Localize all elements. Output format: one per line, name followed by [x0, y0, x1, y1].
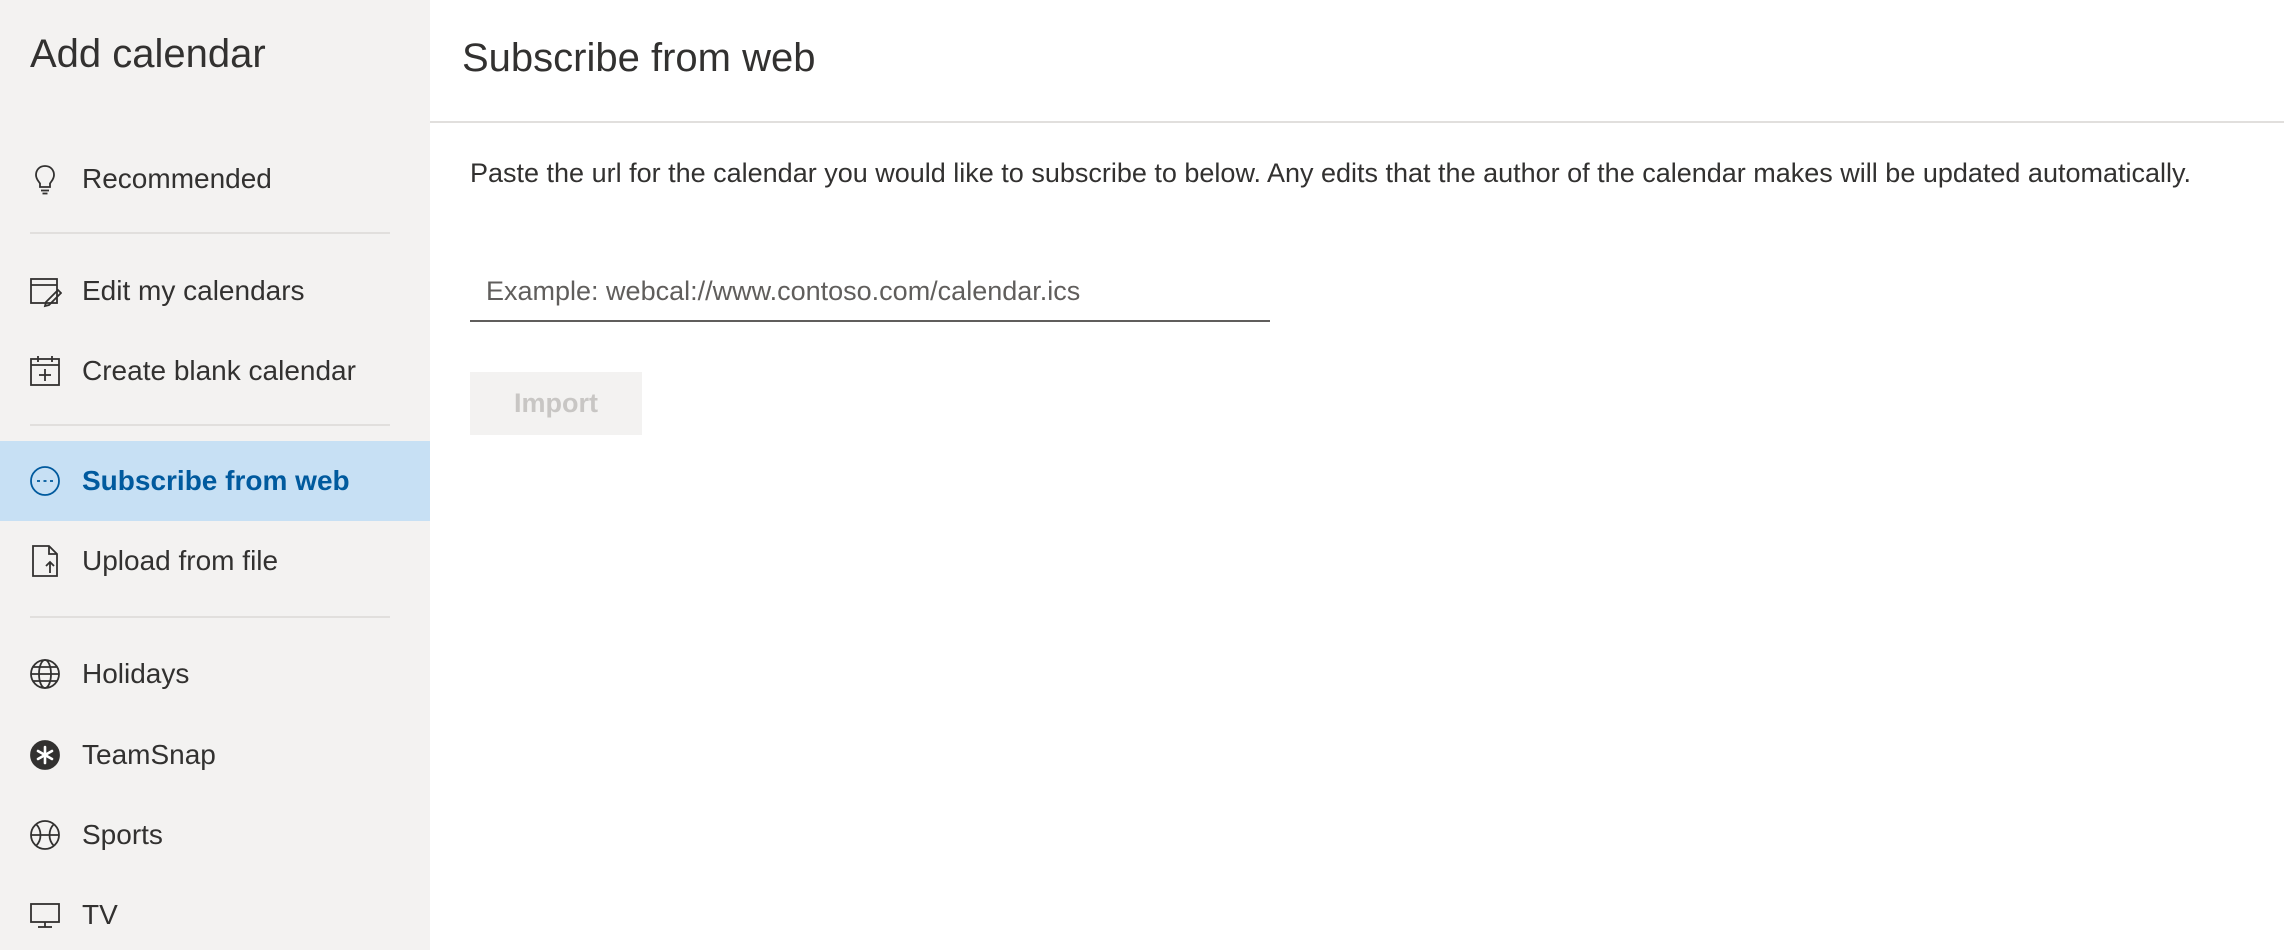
teamsnap-icon — [28, 738, 62, 772]
tv-icon — [28, 898, 62, 932]
sidebar-item-label: Upload from file — [82, 545, 279, 576]
sidebar-item-label: Sports — [82, 819, 163, 850]
sidebar-item-teamsnap[interactable]: TeamSnap — [0, 715, 430, 795]
sidebar-item-recommended[interactable]: Recommended — [0, 139, 430, 219]
lightbulb-icon — [28, 162, 62, 196]
main-header: Subscribe from web — [430, 0, 2284, 123]
sidebar-item-label: Holidays — [82, 658, 190, 689]
sidebar-item-label: Subscribe from web — [82, 465, 350, 496]
sidebar-item-label: Recommended — [82, 163, 272, 194]
sidebar-item-edit-my-calendars[interactable]: Edit my calendars — [0, 251, 430, 331]
import-button[interactable]: Import — [470, 372, 642, 435]
sidebar-item-label: TV — [82, 899, 118, 930]
sidebar-item-subscribe-from-web[interactable]: Subscribe from web — [0, 441, 430, 521]
sidebar: Add calendar Recommended Edit my calenda… — [0, 0, 430, 950]
sidebar-item-tv[interactable]: TV — [0, 875, 430, 950]
sidebar-item-label: Create blank calendar — [82, 355, 356, 386]
calendar-add-icon — [28, 354, 62, 388]
sidebar-item-label: TeamSnap — [82, 739, 216, 770]
sidebar-item-label: Edit my calendars — [82, 275, 305, 306]
sports-ball-icon — [28, 818, 62, 852]
page-title: Subscribe from web — [462, 36, 816, 80]
sidebar-title: Add calendar — [30, 32, 266, 76]
sidebar-divider — [30, 424, 390, 426]
calendar-url-input[interactable] — [470, 262, 1270, 322]
globe-icon — [28, 657, 62, 691]
file-upload-icon — [28, 544, 62, 578]
web-link-icon — [28, 464, 62, 498]
sidebar-item-sports[interactable]: Sports — [0, 795, 430, 875]
edit-calendar-icon — [28, 274, 62, 308]
main-panel: Subscribe from web Paste the url for the… — [430, 0, 2284, 950]
sidebar-divider — [30, 232, 390, 234]
description-text: Paste the url for the calendar you would… — [470, 158, 2191, 188]
sidebar-item-upload-from-file[interactable]: Upload from file — [0, 521, 430, 601]
sidebar-divider — [30, 616, 390, 618]
sidebar-item-holidays[interactable]: Holidays — [0, 634, 430, 714]
sidebar-item-create-blank-calendar[interactable]: Create blank calendar — [0, 331, 430, 411]
